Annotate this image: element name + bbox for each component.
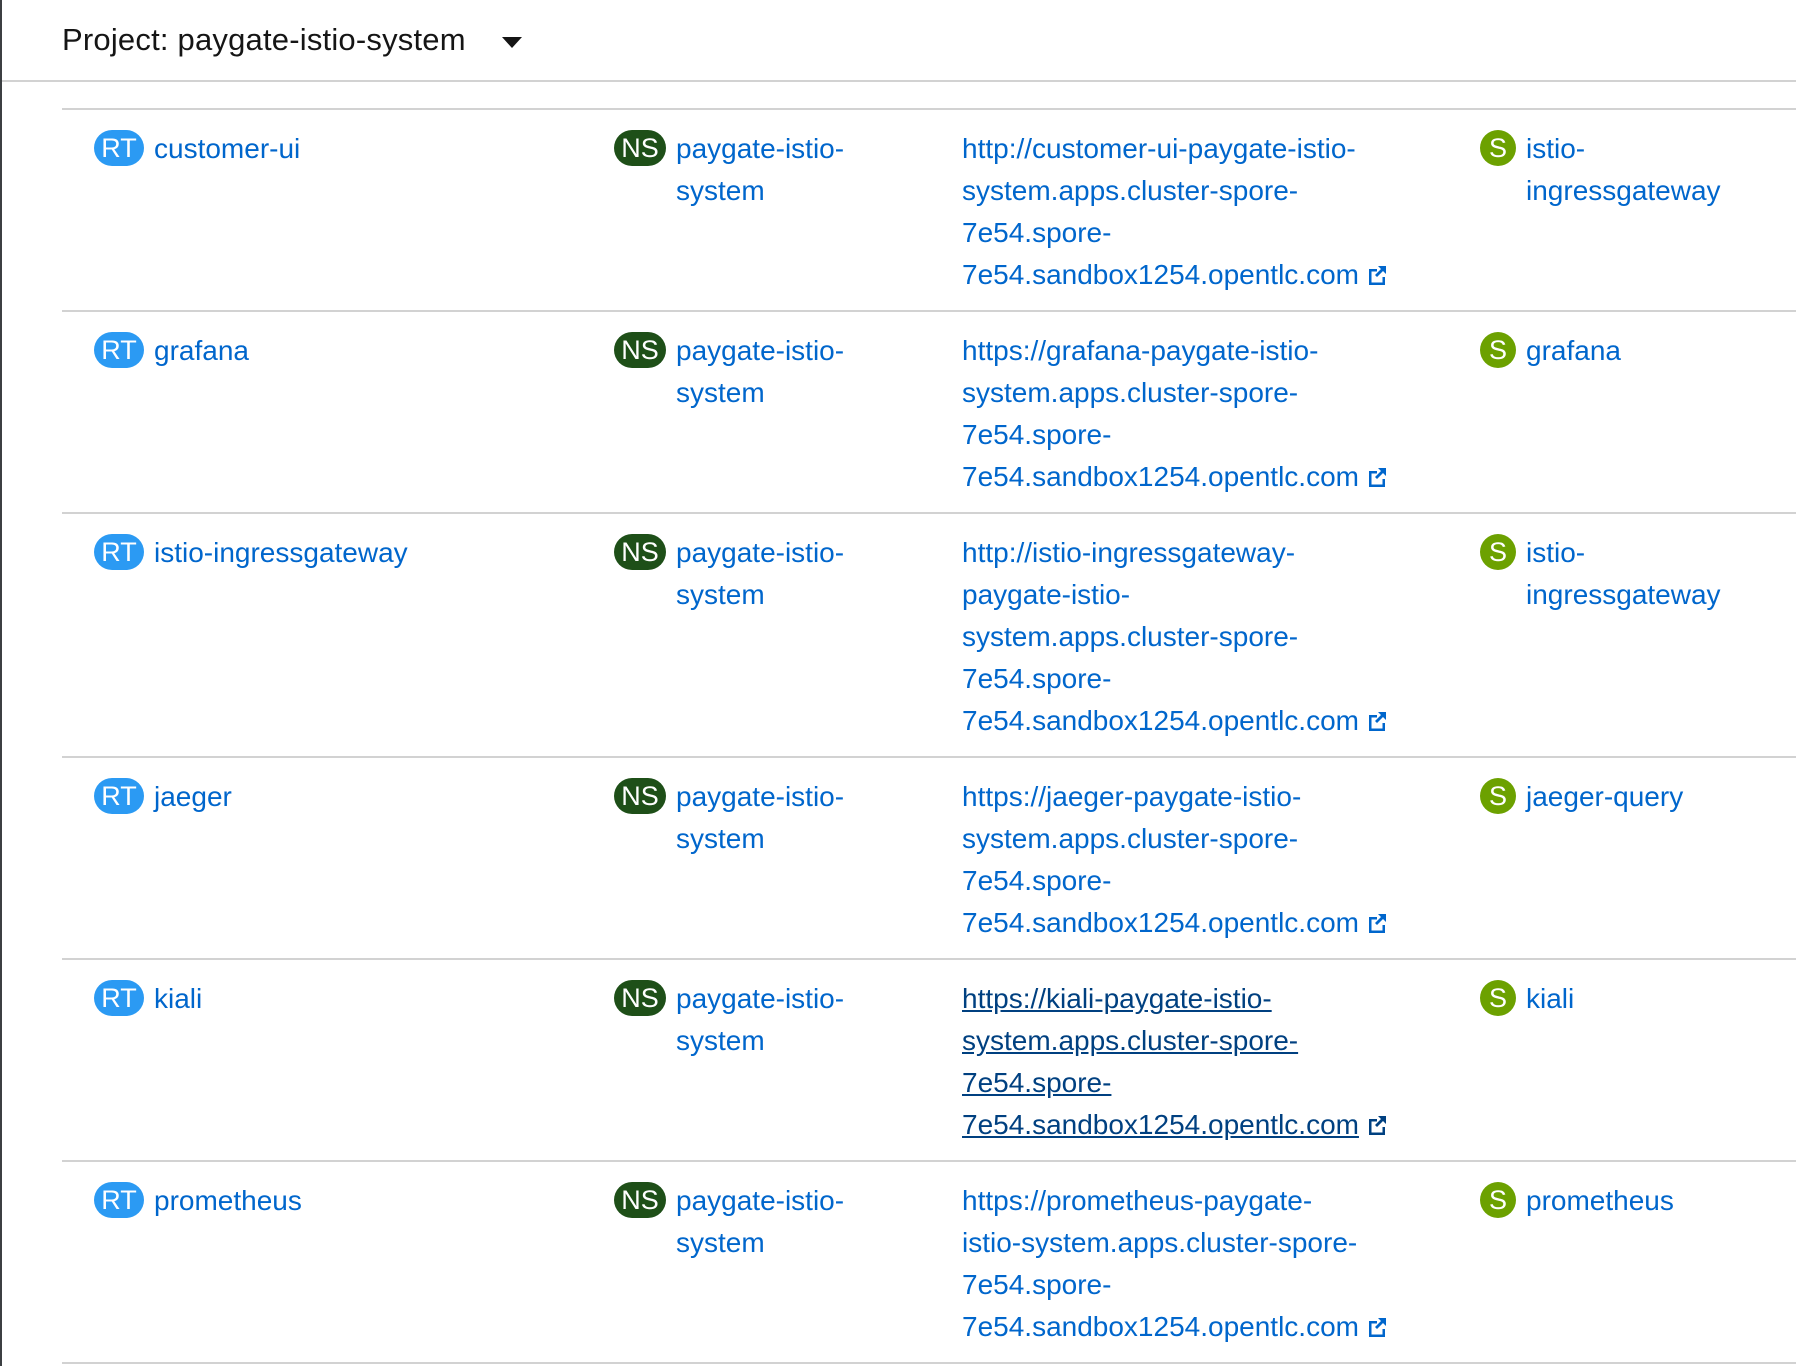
namespace-cell: NS paygate-istio-system bbox=[614, 128, 866, 212]
service-cell: S istio-ingressgateway bbox=[1480, 128, 1736, 212]
namespace-badge: NS bbox=[614, 1182, 666, 1218]
location-cell: https://prometheus-paygate-istio-system.… bbox=[962, 1180, 1402, 1348]
service-badge: S bbox=[1480, 332, 1516, 368]
namespace-cell: NS paygate-istio-system bbox=[614, 776, 866, 860]
namespace-badge: NS bbox=[614, 534, 666, 570]
location-link[interactable]: https://prometheus-paygate-istio-system.… bbox=[962, 1180, 1402, 1348]
route-badge: RT bbox=[94, 1182, 144, 1218]
service-badge: S bbox=[1480, 778, 1516, 814]
namespace-link[interactable]: paygate-istio-system bbox=[676, 532, 866, 616]
project-bar: Project: paygate-istio-system bbox=[2, 0, 1796, 82]
service-badge: S bbox=[1480, 980, 1516, 1016]
route-name-link[interactable]: istio-ingressgateway bbox=[154, 532, 408, 574]
route-badge: RT bbox=[94, 534, 144, 570]
service-badge: S bbox=[1480, 534, 1516, 570]
external-link-icon bbox=[1368, 914, 1386, 933]
location-cell: https://kiali-paygate-istio-system.apps.… bbox=[962, 978, 1402, 1146]
table-row: RT jaeger NS paygate-istio-system https:… bbox=[62, 758, 1796, 960]
route-name-cell: RT kiali bbox=[94, 978, 202, 1020]
location-cell: https://jaeger-paygate-istio-system.apps… bbox=[962, 776, 1402, 944]
namespace-cell: NS paygate-istio-system bbox=[614, 330, 866, 414]
service-cell: S jaeger-query bbox=[1480, 776, 1736, 818]
location-link[interactable]: https://jaeger-paygate-istio-system.apps… bbox=[962, 776, 1402, 944]
service-cell: S grafana bbox=[1480, 330, 1736, 372]
table-row: RT customer-ui NS paygate-istio-system h… bbox=[62, 110, 1796, 312]
external-link-icon bbox=[1368, 266, 1386, 285]
route-name-cell: RT grafana bbox=[94, 330, 249, 372]
location-link[interactable]: http://istio-ingressgateway-paygate-isti… bbox=[962, 532, 1402, 742]
namespace-badge: NS bbox=[614, 332, 666, 368]
route-name-link[interactable]: grafana bbox=[154, 330, 249, 372]
route-name-cell: RT customer-ui bbox=[94, 128, 300, 170]
location-link[interactable]: https://grafana-paygate-istio-system.app… bbox=[962, 330, 1402, 498]
service-link[interactable]: kiali bbox=[1526, 978, 1736, 1020]
service-cell: S istio-ingressgateway bbox=[1480, 532, 1736, 616]
location-link-hovered[interactable]: https://kiali-paygate-istio-system.apps.… bbox=[962, 978, 1402, 1146]
namespace-link[interactable]: paygate-istio-system bbox=[676, 978, 866, 1062]
namespace-link[interactable]: paygate-istio-system bbox=[676, 330, 866, 414]
table-row: RT grafana NS paygate-istio-system https… bbox=[62, 312, 1796, 514]
service-link[interactable]: istio-ingressgateway bbox=[1526, 128, 1736, 212]
page: Project: paygate-istio-system RT custome… bbox=[0, 0, 1796, 1366]
service-link[interactable]: grafana bbox=[1526, 330, 1736, 372]
route-name-cell: RT prometheus bbox=[94, 1180, 302, 1222]
route-name-link[interactable]: jaeger bbox=[154, 776, 232, 818]
route-name-cell: RT jaeger bbox=[94, 776, 232, 818]
route-name-link[interactable]: customer-ui bbox=[154, 128, 300, 170]
service-link[interactable]: prometheus bbox=[1526, 1180, 1736, 1222]
namespace-cell: NS paygate-istio-system bbox=[614, 532, 866, 616]
project-label: Project: paygate-istio-system bbox=[62, 22, 466, 57]
location-cell: http://customer-ui-paygate-istio-system.… bbox=[962, 128, 1402, 296]
table-row: RT prometheus NS paygate-istio-system ht… bbox=[62, 1162, 1796, 1364]
route-name-cell: RT istio-ingressgateway bbox=[94, 532, 408, 574]
route-badge: RT bbox=[94, 332, 144, 368]
route-name-link[interactable]: prometheus bbox=[154, 1180, 302, 1222]
caret-down-icon[interactable] bbox=[501, 36, 522, 48]
service-link[interactable]: istio-ingressgateway bbox=[1526, 532, 1736, 616]
external-link-icon bbox=[1368, 712, 1386, 731]
service-badge: S bbox=[1480, 1182, 1516, 1218]
route-badge: RT bbox=[94, 980, 144, 1016]
service-cell: S kiali bbox=[1480, 978, 1736, 1020]
table-row: RT istio-ingressgateway NS paygate-istio… bbox=[62, 514, 1796, 758]
namespace-link[interactable]: paygate-istio-system bbox=[676, 128, 866, 212]
external-link-icon bbox=[1368, 1318, 1386, 1337]
external-link-icon bbox=[1368, 468, 1386, 487]
namespace-badge: NS bbox=[614, 980, 666, 1016]
namespace-cell: NS paygate-istio-system bbox=[614, 978, 866, 1062]
route-name-link[interactable]: kiali bbox=[154, 978, 202, 1020]
routes-table: RT customer-ui NS paygate-istio-system h… bbox=[62, 108, 1796, 1364]
location-cell: https://grafana-paygate-istio-system.app… bbox=[962, 330, 1402, 498]
left-nav-edge bbox=[0, 0, 2, 1366]
namespace-badge: NS bbox=[614, 130, 666, 166]
route-badge: RT bbox=[94, 778, 144, 814]
namespace-cell: NS paygate-istio-system bbox=[614, 1180, 866, 1264]
route-badge: RT bbox=[94, 130, 144, 166]
external-link-icon bbox=[1368, 1116, 1386, 1135]
location-cell: http://istio-ingressgateway-paygate-isti… bbox=[962, 532, 1402, 742]
namespace-badge: NS bbox=[614, 778, 666, 814]
project-selector[interactable]: Project: paygate-istio-system bbox=[62, 18, 522, 62]
location-link[interactable]: http://customer-ui-paygate-istio-system.… bbox=[962, 128, 1402, 296]
table-row: RT kiali NS paygate-istio-system https:/… bbox=[62, 960, 1796, 1162]
namespace-link[interactable]: paygate-istio-system bbox=[676, 1180, 866, 1264]
namespace-link[interactable]: paygate-istio-system bbox=[676, 776, 866, 860]
service-cell: S prometheus bbox=[1480, 1180, 1736, 1222]
service-link[interactable]: jaeger-query bbox=[1526, 776, 1736, 818]
service-badge: S bbox=[1480, 130, 1516, 166]
